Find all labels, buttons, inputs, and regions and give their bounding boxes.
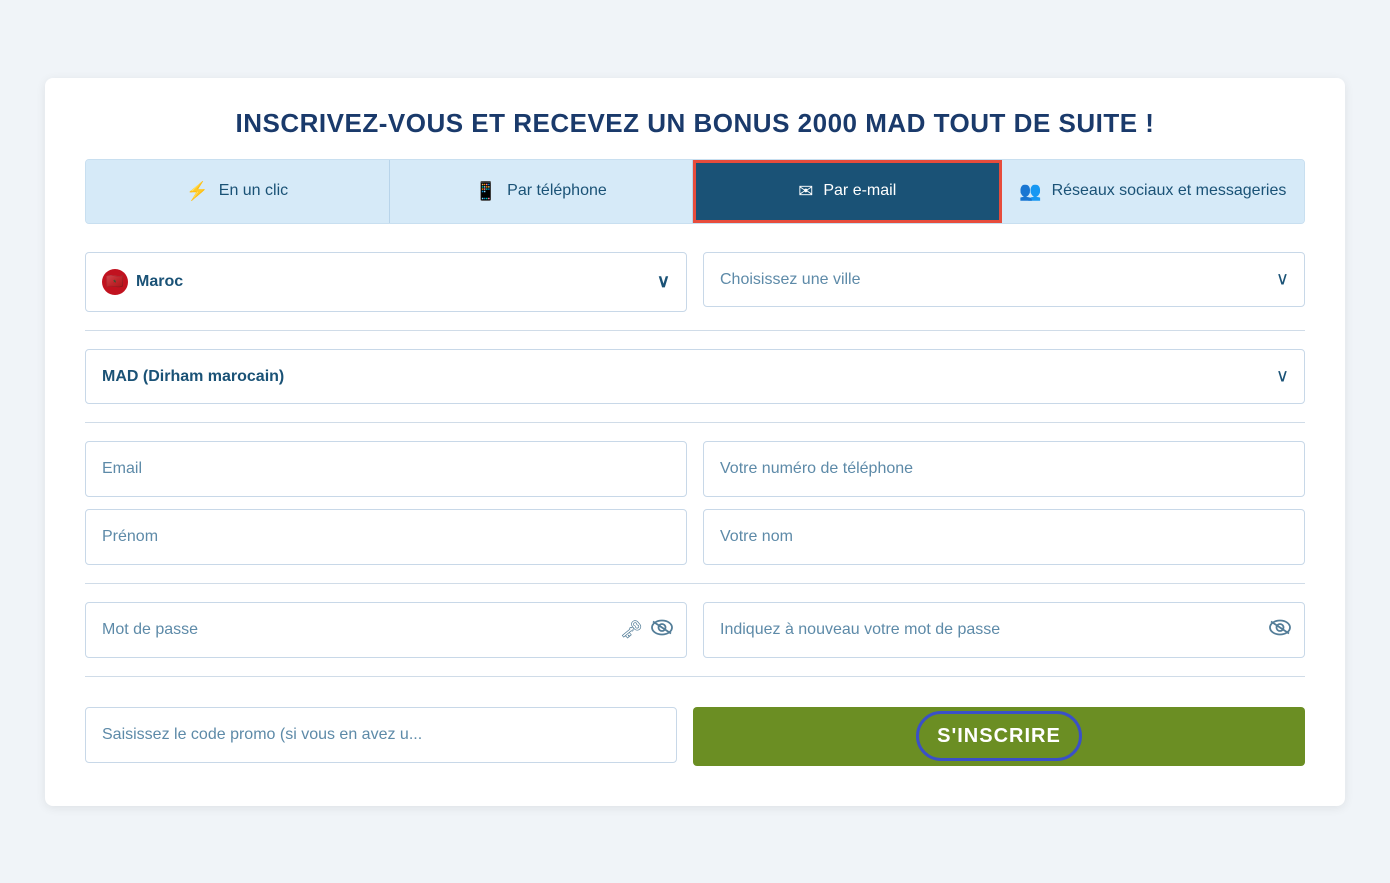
registration-form: 🇲🇦 Maroc ∨ Choisissez une ville ∨ <box>85 252 1305 766</box>
confirm-eye-slash-icon[interactable] <box>1269 619 1291 640</box>
city-select[interactable]: Choisissez une ville <box>703 252 1305 307</box>
promo-group <box>85 707 677 766</box>
divider-3 <box>85 583 1305 584</box>
tab-par-email-label: Par e-mail <box>823 182 896 200</box>
phone-input[interactable] <box>703 441 1305 497</box>
currency-row: MAD (Dirham marocain) ∨ <box>85 349 1305 404</box>
promo-submit-row: S'INSCRIRE <box>85 707 1305 766</box>
tab-par-email[interactable]: ✉ Par e-mail <box>693 160 1002 223</box>
confirm-password-group <box>703 602 1305 658</box>
email-icon: ✉ <box>798 181 813 202</box>
nom-group <box>703 509 1305 565</box>
key-icon[interactable]: 🗝 <box>620 619 643 640</box>
email-group <box>85 441 687 497</box>
prenom-input[interactable] <box>85 509 687 565</box>
morocco-flag: 🇲🇦 <box>102 269 128 295</box>
password-input[interactable] <box>85 602 687 658</box>
tab-en-un-clic[interactable]: ⚡ En un clic <box>86 160 390 223</box>
page-title: INSCRIVEZ-VOUS ET RECEVEZ UN BONUS 2000 … <box>85 108 1305 139</box>
password-group: 🗝 <box>85 602 687 658</box>
divider-1 <box>85 330 1305 331</box>
confirm-password-input[interactable] <box>703 602 1305 658</box>
lightning-icon: ⚡ <box>186 181 208 202</box>
phone-icon: 📱 <box>475 181 497 202</box>
currency-select[interactable]: MAD (Dirham marocain) <box>85 349 1305 404</box>
prenom-nom-row <box>85 509 1305 565</box>
nom-input[interactable] <box>703 509 1305 565</box>
tab-par-telephone-label: Par téléphone <box>507 182 607 200</box>
divider-4 <box>85 676 1305 677</box>
divider-2 <box>85 422 1305 423</box>
email-phone-row <box>85 441 1305 497</box>
phone-group <box>703 441 1305 497</box>
promo-code-input[interactable] <box>85 707 677 763</box>
registration-container: INSCRIVEZ-VOUS ET RECEVEZ UN BONUS 2000 … <box>45 78 1345 806</box>
tab-reseaux-sociaux-label: Réseaux sociaux et messageries <box>1052 182 1287 200</box>
registration-tabs: ⚡ En un clic 📱 Par téléphone ✉ Par e-mai… <box>85 159 1305 224</box>
country-select[interactable]: 🇲🇦 Maroc ∨ <box>85 252 687 312</box>
password-icons: 🗝 <box>620 619 673 640</box>
city-group: Choisissez une ville ∨ <box>703 252 1305 312</box>
email-input[interactable] <box>85 441 687 497</box>
people-icon: 👥 <box>1019 181 1041 202</box>
country-city-row: 🇲🇦 Maroc ∨ Choisissez une ville ∨ <box>85 252 1305 312</box>
tab-par-telephone[interactable]: 📱 Par téléphone <box>390 160 694 223</box>
country-value: Maroc <box>136 273 183 291</box>
currency-group: MAD (Dirham marocain) ∨ <box>85 349 1305 404</box>
country-chevron-icon: ∨ <box>657 271 670 292</box>
submit-label: S'INSCRIRE <box>937 725 1061 747</box>
city-select-wrapper: Choisissez une ville ∨ <box>703 252 1305 307</box>
submit-button[interactable]: S'INSCRIRE <box>693 707 1305 766</box>
country-group: 🇲🇦 Maroc ∨ <box>85 252 687 312</box>
tab-en-un-clic-label: En un clic <box>219 182 288 200</box>
currency-select-wrapper: MAD (Dirham marocain) ∨ <box>85 349 1305 404</box>
prenom-group <box>85 509 687 565</box>
tab-reseaux-sociaux[interactable]: 👥 Réseaux sociaux et messageries <box>1002 160 1305 223</box>
password-row: 🗝 <box>85 602 1305 658</box>
eye-slash-icon[interactable] <box>651 619 673 640</box>
